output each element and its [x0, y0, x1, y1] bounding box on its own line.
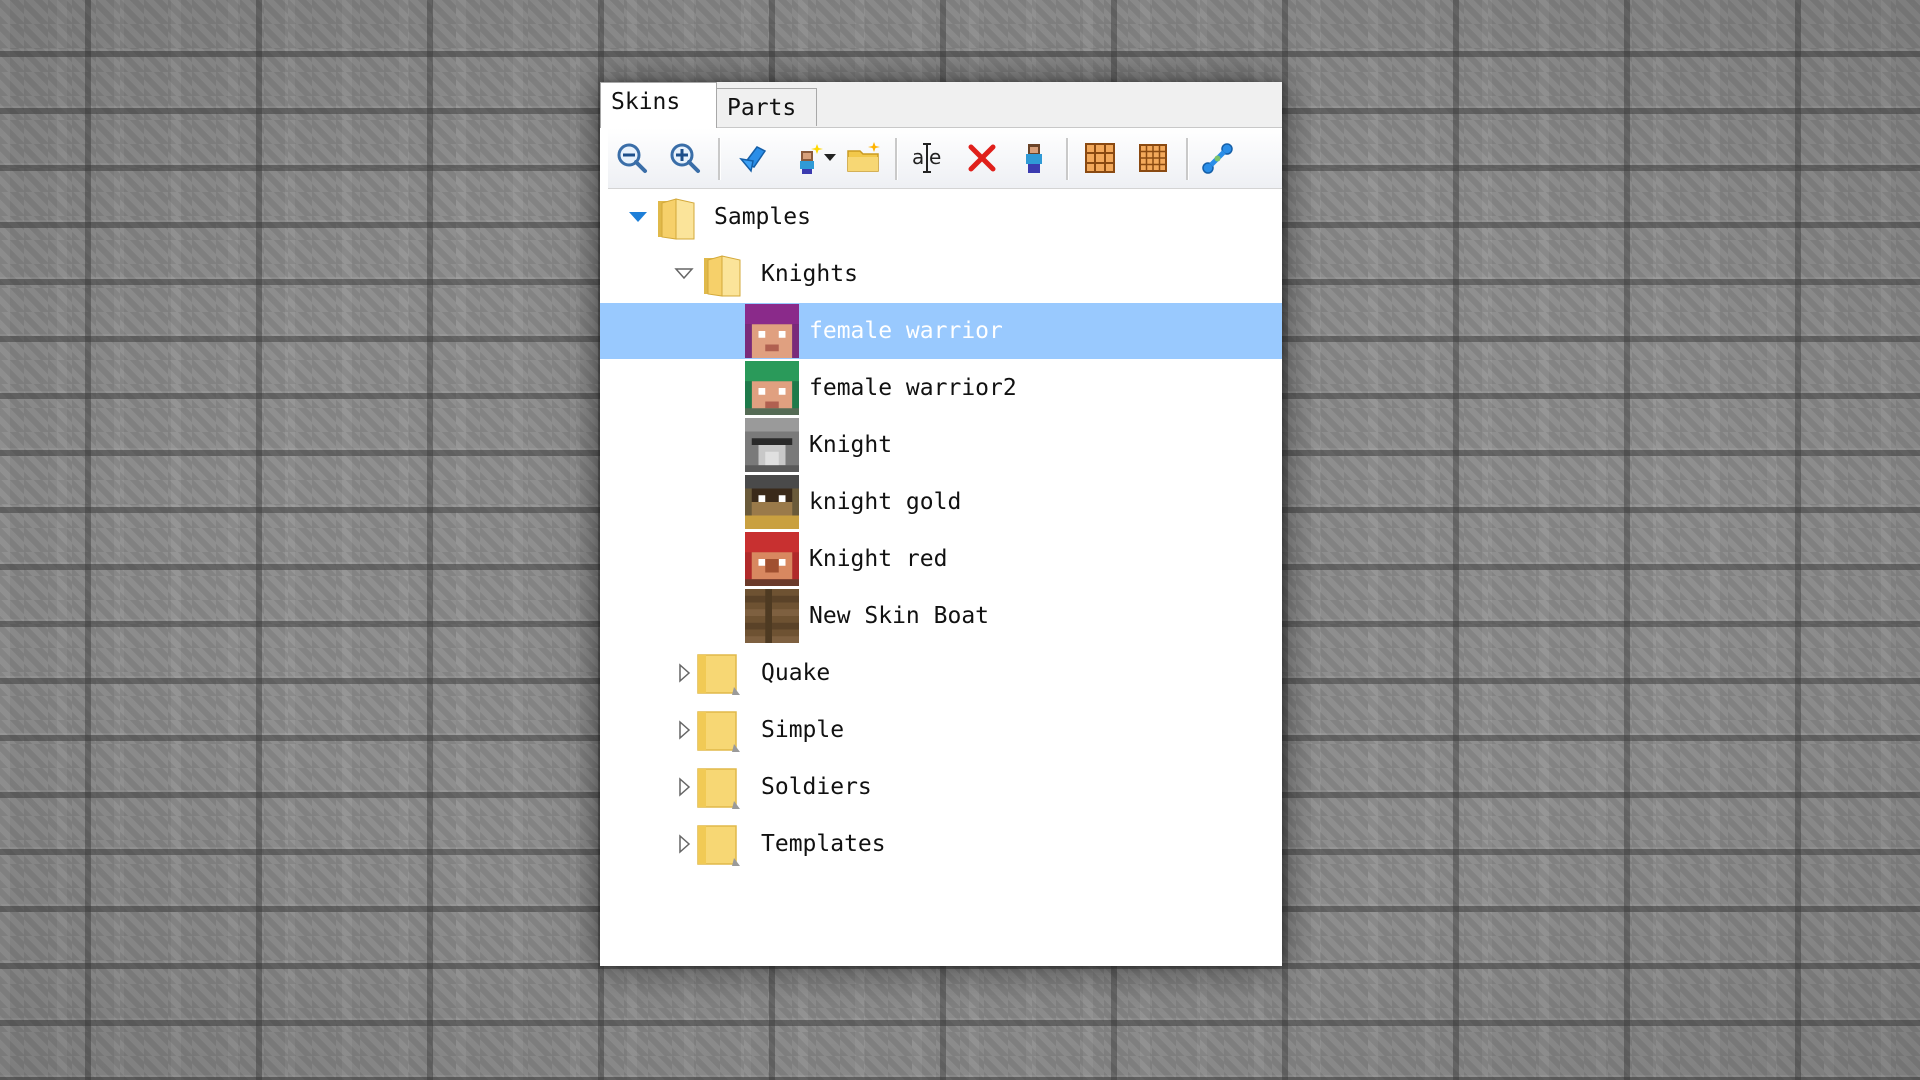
tree-node-label: Samples: [714, 204, 811, 230]
folder-open-icon: [658, 198, 695, 240]
folder-icon: [697, 825, 740, 866]
folder-icon: [697, 711, 740, 752]
tab-parts[interactable]: Parts: [716, 88, 817, 126]
new-skin-dropdown[interactable]: [818, 137, 842, 179]
delete-button[interactable]: [960, 137, 1004, 179]
grid-icon: [1085, 143, 1115, 173]
tree-node-soldiers[interactable]: Soldiers: [600, 759, 1282, 815]
grid-button[interactable]: [1078, 137, 1122, 179]
tree-node-label: Templates: [761, 831, 886, 857]
delete-icon: [968, 144, 996, 172]
toolbar-separator: [718, 138, 721, 180]
expand-arrow-icon[interactable]: [675, 720, 695, 740]
skin-thumbnail: [745, 532, 799, 586]
tree-node-label: Quake: [761, 660, 831, 686]
links-button[interactable]: [1196, 137, 1240, 179]
rename-icon: a e: [912, 143, 941, 173]
skin-item-female-warrior2[interactable]: female warrior2: [600, 360, 1282, 416]
zoom-out-icon: [617, 143, 647, 173]
zoom-in-icon: [670, 143, 700, 173]
import-icon: [739, 146, 767, 173]
zoom-out-button[interactable]: [610, 137, 654, 179]
links-icon: [1202, 143, 1233, 174]
expand-arrow-icon[interactable]: [675, 834, 695, 854]
tree-node-label: Knight: [809, 432, 893, 458]
tree-node-templates[interactable]: Templates: [600, 816, 1282, 872]
tree-node-samples[interactable]: Samples: [600, 189, 1282, 245]
skin-item-knight-gold[interactable]: knight gold: [600, 474, 1282, 530]
tree-node-label: New Skin Boat: [809, 603, 990, 629]
zoom-in-button[interactable]: [663, 137, 707, 179]
tree-node-quake[interactable]: Quake: [600, 645, 1282, 701]
rename-button[interactable]: a e: [906, 137, 950, 179]
small-grid-button[interactable]: [1131, 137, 1175, 179]
skin-item-new-skin-boat[interactable]: New Skin Boat: [600, 588, 1282, 644]
skin-item-knight[interactable]: Knight: [600, 417, 1282, 473]
tree-node-knights[interactable]: Knights: [600, 246, 1282, 302]
toolbar-separator: [1066, 138, 1069, 180]
folder-icon: [697, 654, 740, 695]
skin-thumbnail: [745, 418, 799, 472]
tree-node-label: Knight red: [809, 546, 948, 572]
clone-button[interactable]: [1012, 137, 1056, 179]
folder-open-icon: [704, 255, 741, 297]
import-button[interactable]: [732, 137, 776, 179]
tree-node-label: female warrior2: [809, 375, 1017, 401]
toolbar-separator: [1186, 138, 1189, 180]
expand-arrow-icon[interactable]: [628, 207, 648, 227]
tree-node-label: knight gold: [809, 489, 962, 515]
expand-arrow-icon[interactable]: [675, 777, 695, 797]
svg-text:e: e: [929, 145, 941, 169]
skin-browser-panel: Skins Parts a e Samples Knights female w…: [600, 82, 1282, 966]
collapse-arrow-icon[interactable]: [674, 264, 694, 284]
skin-thumbnail: [745, 361, 799, 415]
tree-node-label: Knights: [761, 261, 858, 287]
new-folder-button[interactable]: [842, 137, 886, 179]
folder-icon: [697, 768, 740, 809]
tree-node-label: Soldiers: [761, 774, 872, 800]
skin-thumbnail: [745, 475, 799, 529]
clone-icon: [1026, 144, 1042, 173]
expand-arrow-icon[interactable]: [675, 663, 695, 683]
tree-node-label: Simple: [761, 717, 845, 743]
skin-thumbnail: [745, 304, 799, 358]
new-folder-icon: [847, 142, 880, 172]
small-grid-icon: [1139, 144, 1167, 172]
skin-tree: Samples Knights female warrior female wa…: [600, 189, 1282, 966]
tree-node-simple[interactable]: Simple: [600, 702, 1282, 758]
skin-thumbnail: [745, 589, 799, 643]
skin-item-female-warrior[interactable]: female warrior: [600, 303, 1282, 359]
tab-bar: Skins Parts: [600, 82, 1282, 128]
chevron-down-icon: [824, 154, 836, 161]
svg-text:a: a: [912, 145, 924, 169]
tree-node-label: female warrior: [809, 318, 1003, 344]
tab-skins[interactable]: Skins: [600, 82, 717, 128]
toolbar-separator: [895, 138, 898, 180]
skin-item-knight-red[interactable]: Knight red: [600, 531, 1282, 587]
toolbar: a e: [608, 128, 1282, 189]
